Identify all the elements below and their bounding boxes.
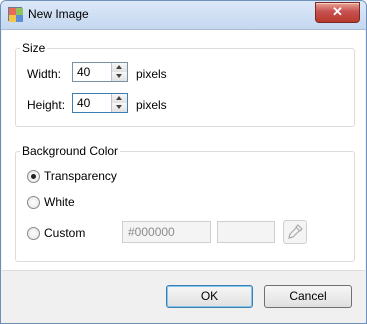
width-unit: pixels [136,67,167,81]
custom-color-hex-input[interactable]: #000000 [122,221,211,243]
custom-radio[interactable] [27,227,40,240]
dialog-window: New Image ✕ Size Width: 40 pixels Height… [0,0,367,324]
width-spinner-arrows [111,63,127,81]
size-group: Size [15,41,355,127]
custom-label[interactable]: Custom [44,226,85,240]
width-spinner[interactable]: 40 [72,62,128,82]
width-decrement-button[interactable] [112,72,127,81]
height-spinner[interactable]: 40 [72,93,128,113]
eyedropper-icon [288,224,303,239]
custom-color-hex-value: #000000 [128,225,175,239]
height-spinner-arrows [111,94,127,112]
size-legend: Size [22,41,46,55]
window-title: New Image [28,7,89,21]
height-label: Height: [27,98,66,112]
ok-button[interactable]: OK [166,285,253,308]
width-label: Width: [27,67,62,81]
transparency-label[interactable]: Transparency [44,169,117,183]
cancel-button[interactable]: Cancel [264,285,352,308]
app-icon [8,7,23,22]
white-label[interactable]: White [44,195,75,209]
custom-color-swatch[interactable] [217,221,275,243]
height-unit: pixels [136,98,167,112]
color-picker-button[interactable] [283,220,307,244]
close-button[interactable]: ✕ [315,2,360,23]
transparency-radio[interactable] [27,170,40,183]
height-decrement-button[interactable] [112,103,127,112]
dialog-content: Size Width: 40 pixels Height: 40 pixels … [2,30,365,271]
title-bar[interactable]: New Image ✕ [1,1,366,30]
white-radio[interactable] [27,196,40,209]
height-value[interactable]: 40 [77,96,90,110]
background-color-legend: Background Color [22,144,119,158]
width-value[interactable]: 40 [77,65,90,79]
